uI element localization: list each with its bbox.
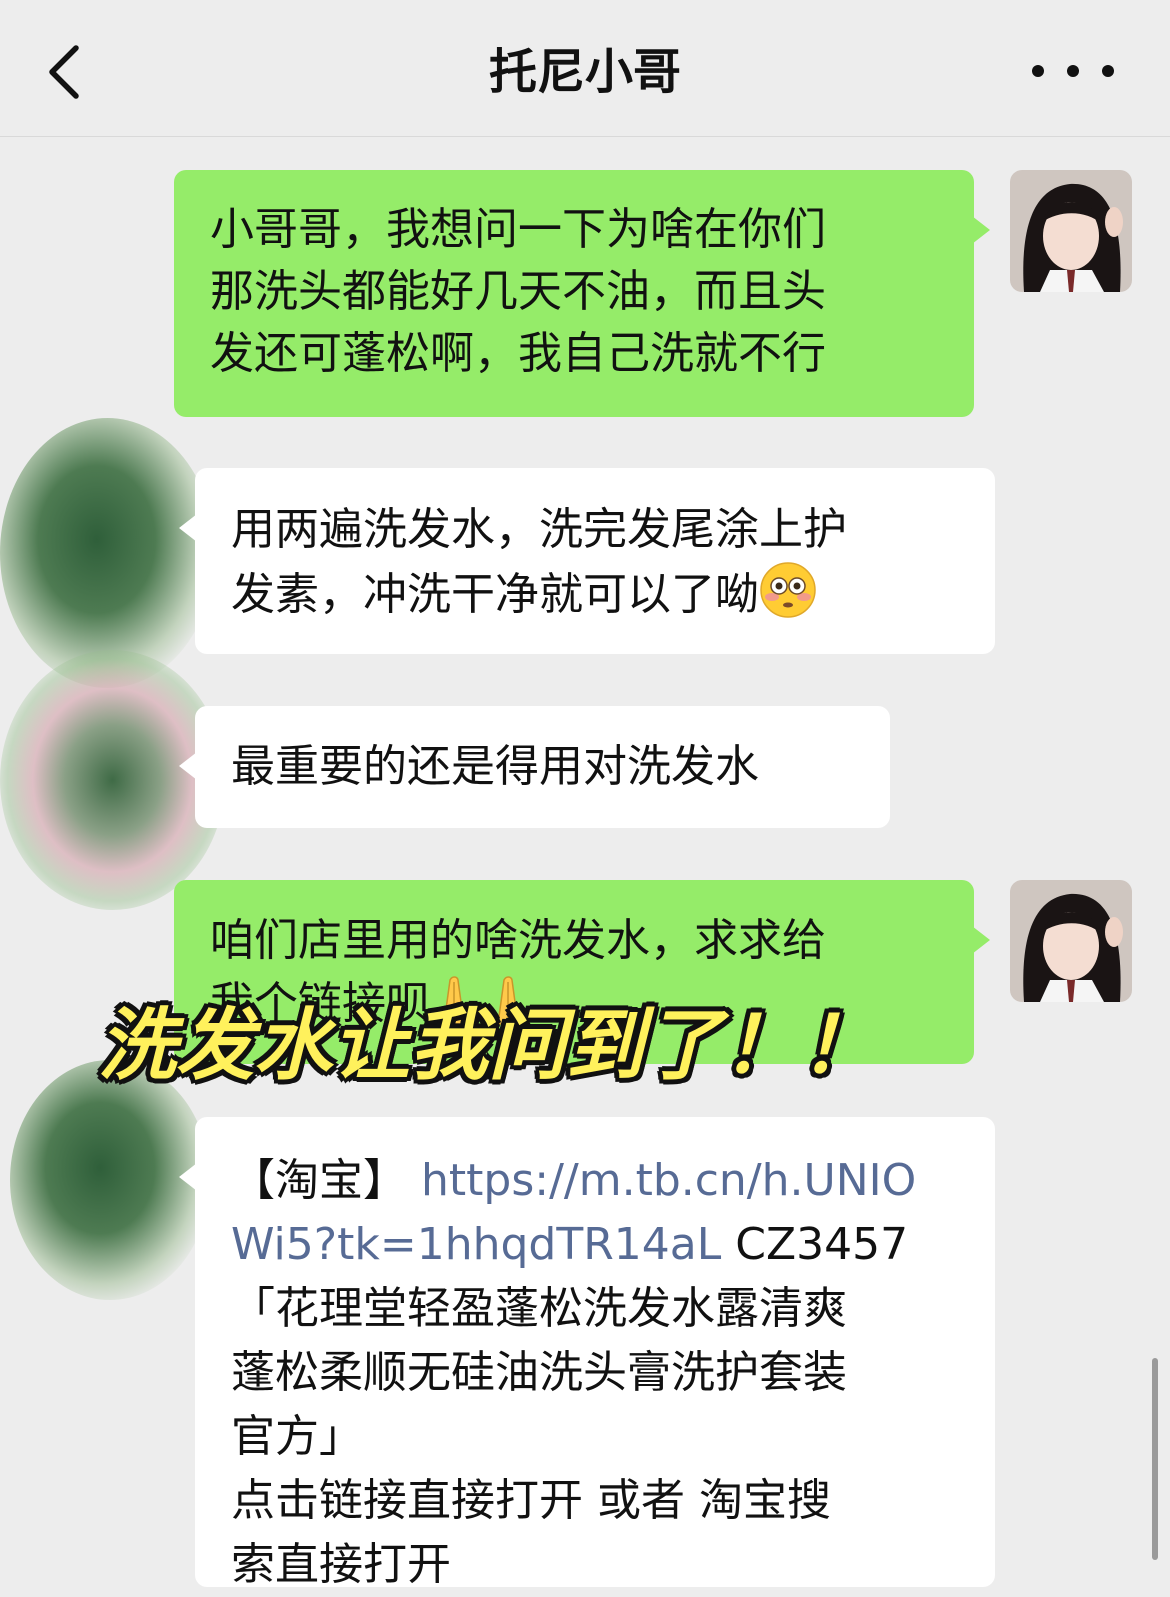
product-code: CZ3457	[721, 1219, 909, 1270]
message-bubble-received[interactable]: 【淘宝】 https://m.tb.cn/h.UNIO Wi5?tk=1hhqd…	[179, 1117, 995, 1590]
taobao-label: 【淘宝】	[231, 1155, 407, 1206]
message-text: 点击链接直接打开 或者 淘宝搜	[231, 1475, 831, 1526]
more-dots-icon[interactable]	[1028, 56, 1118, 86]
message-text: 小哥哥，我想问一下为啥在你们	[210, 204, 826, 255]
portrait-image	[1010, 880, 1132, 1002]
message-bubble-received[interactable]: 用两遍洗发水，洗完发尾涂上护 发素，冲洗干净就可以了呦	[179, 468, 995, 654]
portrait-image	[1010, 170, 1132, 292]
message-text: 「花理堂轻盈蓬松洗发水露清爽	[231, 1283, 847, 1334]
flushed-face-emoji	[760, 562, 816, 618]
my-avatar[interactable]	[1010, 170, 1132, 292]
message-text: 咱们店里用的啥洗发水，求求给	[210, 915, 826, 966]
message-bubble-received[interactable]: 最重要的还是得用对洗发水	[179, 706, 890, 828]
message-text: 发还可蓬松啊，我自己洗就不行	[210, 328, 826, 379]
chat-title: 托尼小哥	[488, 44, 681, 100]
message-text: 最重要的还是得用对洗发水	[231, 741, 759, 792]
blurred-avatar	[0, 418, 215, 688]
message-text: 发素，冲洗干净就可以了呦	[231, 569, 759, 620]
message-text: 那洗头都能好几天不油，而且头	[210, 266, 826, 317]
overlay-caption: 洗发水让我问到了！！	[98, 1001, 879, 1091]
chat-header: 托尼小哥	[0, 0, 1170, 137]
message-text: 官方」	[231, 1411, 363, 1462]
message-text: 蓬松柔顺无硅油洗头膏洗护套装	[231, 1347, 847, 1398]
message-bubble-sent[interactable]: 小哥哥，我想问一下为啥在你们 那洗头都能好几天不油，而且头 发还可蓬松啊，我自己…	[174, 170, 990, 417]
my-avatar[interactable]	[1010, 880, 1132, 1002]
blurred-avatar	[0, 650, 225, 910]
message-text: 用两遍洗发水，洗完发尾涂上护	[231, 504, 847, 555]
product-link[interactable]: Wi5?tk=1hhqdTR14aL	[231, 1219, 721, 1270]
scrollbar[interactable]	[1152, 1358, 1158, 1560]
product-link[interactable]: https://m.tb.cn/h.UNIO	[421, 1155, 916, 1206]
message-text: 索直接打开	[231, 1539, 451, 1590]
